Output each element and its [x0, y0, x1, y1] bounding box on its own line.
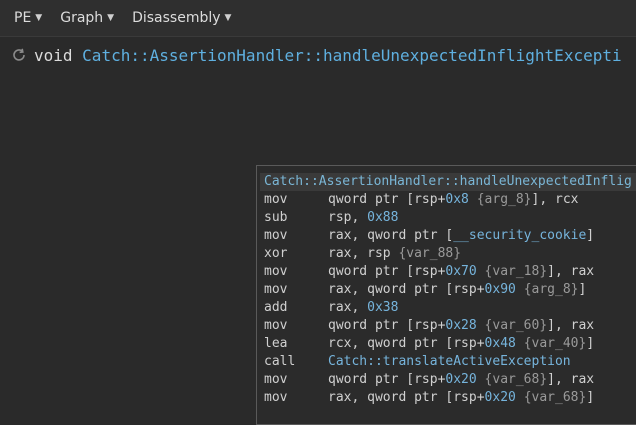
instruction-immediate: 0x28 — [445, 318, 477, 333]
instruction-line[interactable]: call Catch::translateActiveException — [257, 353, 636, 371]
instruction-operand: qword ptr [rsp+ — [328, 192, 446, 207]
graph-menu-label: Graph — [60, 10, 104, 26]
instruction-mnemonic: xor — [264, 246, 288, 261]
instruction-mnemonic: mov — [264, 282, 288, 297]
instruction-mnemonic: sub — [264, 210, 288, 225]
instruction-line[interactable]: sub rsp, 0x88 — [257, 209, 636, 227]
instruction-mnemonic: mov — [264, 228, 288, 243]
instruction-operand: rax, qword ptr [rsp+ — [328, 282, 485, 297]
instruction-variable: {var_88} — [398, 246, 462, 261]
chevron-down-icon: ▼ — [107, 13, 115, 23]
instruction-line[interactable]: mov rax, qword ptr [rsp+0x20 {var_68}] — [257, 389, 636, 407]
instruction-symbol: Catch::translateActiveException — [328, 354, 571, 369]
instruction-operand — [477, 264, 485, 279]
instruction-mnemonic: add — [264, 300, 288, 315]
instruction-immediate: 0x20 — [484, 390, 516, 405]
instruction-operand: rax, qword ptr [rsp+ — [328, 390, 485, 405]
instruction-immediate: 0x90 — [484, 282, 516, 297]
instruction-mnemonic: lea — [264, 336, 288, 351]
instruction-symbol: __security_cookie — [453, 228, 587, 243]
instruction-list: mov qword ptr [rsp+0x8 {arg_8}], rcx sub rs… — [257, 191, 636, 407]
instruction-immediate: 0x70 — [445, 264, 477, 279]
instruction-mnemonic: call — [264, 354, 296, 369]
instruction-line[interactable]: lea rcx, qword ptr [rsp+0x48 {var_40}] — [257, 335, 636, 353]
instruction-line[interactable]: xor rax, rsp {var_88} — [257, 245, 636, 263]
instruction-operand: qword ptr [rsp+ — [328, 264, 446, 279]
instruction-operand: ], rcx — [531, 192, 579, 207]
chevron-down-icon: ▼ — [35, 13, 43, 23]
instruction-mnemonic: mov — [264, 390, 288, 405]
instruction-operand — [469, 192, 477, 207]
instruction-line[interactable]: mov rax, qword ptr [__security_cookie] — [257, 227, 636, 245]
instruction-variable: {var_40} — [523, 336, 587, 351]
return-type: void — [34, 45, 73, 65]
instruction-operand: ] — [586, 390, 595, 405]
instruction-operand: qword ptr [rsp+ — [328, 318, 446, 333]
instruction-immediate: 0x20 — [445, 372, 477, 387]
refresh-icon[interactable] — [10, 46, 28, 64]
instruction-mnemonic: mov — [264, 318, 288, 333]
instruction-operand: rax, qword ptr [ — [328, 228, 454, 243]
instruction-line[interactable]: add rax, 0x38 — [257, 299, 636, 317]
instruction-mnemonic: mov — [264, 264, 288, 279]
instruction-immediate: 0x88 — [367, 210, 399, 225]
pe-menu-label: PE — [14, 10, 32, 26]
function-name[interactable]: Catch::AssertionHandler::handleUnexpecte… — [82, 46, 621, 65]
instruction-mnemonic: mov — [264, 372, 288, 387]
view-toolbar: PE ▼ Graph ▼ Disassembly ▼ — [0, 0, 636, 37]
instruction-line[interactable]: mov qword ptr [rsp+0x20 {var_68}], rax — [257, 371, 636, 389]
instruction-line[interactable]: mov rax, qword ptr [rsp+0x90 {arg_8}] — [257, 281, 636, 299]
disassembly-menu-button[interactable]: Disassembly ▼ — [124, 0, 239, 36]
instruction-variable: {var_68} — [523, 390, 587, 405]
instruction-operand: rax, — [328, 300, 368, 315]
instruction-operand: ] — [586, 228, 595, 243]
instruction-operand: ], rax — [547, 372, 595, 387]
instruction-operand: qword ptr [rsp+ — [328, 372, 446, 387]
instruction-line[interactable]: mov qword ptr [rsp+0x28 {var_60}], rax — [257, 317, 636, 335]
instruction-variable: {var_18} — [484, 264, 548, 279]
function-signature-bar: void Catch::AssertionHandler::handleUnex… — [0, 38, 636, 72]
instruction-operand: ] — [586, 336, 595, 351]
instruction-operand — [516, 336, 524, 351]
disassembly-menu-label: Disassembly — [132, 10, 221, 26]
instruction-line[interactable]: mov qword ptr [rsp+0x8 {arg_8}], rcx — [257, 191, 636, 209]
instruction-immediate: 0x38 — [367, 300, 399, 315]
instruction-operand — [516, 390, 524, 405]
instruction-immediate: 0x8 — [445, 192, 469, 207]
instruction-mnemonic: mov — [264, 192, 288, 207]
signature-space — [73, 46, 83, 65]
instruction-operand: rcx, qword ptr [rsp+ — [328, 336, 485, 351]
instruction-variable: {var_60} — [484, 318, 548, 333]
instruction-variable: {arg_8} — [523, 282, 579, 297]
instruction-operand: ], rax — [547, 264, 595, 279]
instruction-variable: {var_68} — [484, 372, 548, 387]
instruction-immediate: 0x48 — [484, 336, 516, 351]
instruction-operand: rax, rsp — [328, 246, 399, 261]
instruction-operand: rsp, — [328, 210, 368, 225]
block-title[interactable]: Catch::AssertionHandler::handleUnexpecte… — [260, 173, 636, 191]
basic-block[interactable]: Catch::AssertionHandler::handleUnexpecte… — [256, 165, 636, 425]
instruction-line[interactable]: mov qword ptr [rsp+0x70 {var_18}], rax — [257, 263, 636, 281]
instruction-operand: ], rax — [547, 318, 595, 333]
instruction-operand — [477, 318, 485, 333]
graph-menu-button[interactable]: Graph ▼ — [52, 0, 122, 36]
instruction-operand: ] — [578, 282, 587, 297]
instruction-operand — [477, 372, 485, 387]
chevron-down-icon: ▼ — [224, 13, 232, 23]
pe-menu-button[interactable]: PE ▼ — [6, 0, 50, 36]
instruction-operand — [516, 282, 524, 297]
instruction-variable: {arg_8} — [476, 192, 532, 207]
